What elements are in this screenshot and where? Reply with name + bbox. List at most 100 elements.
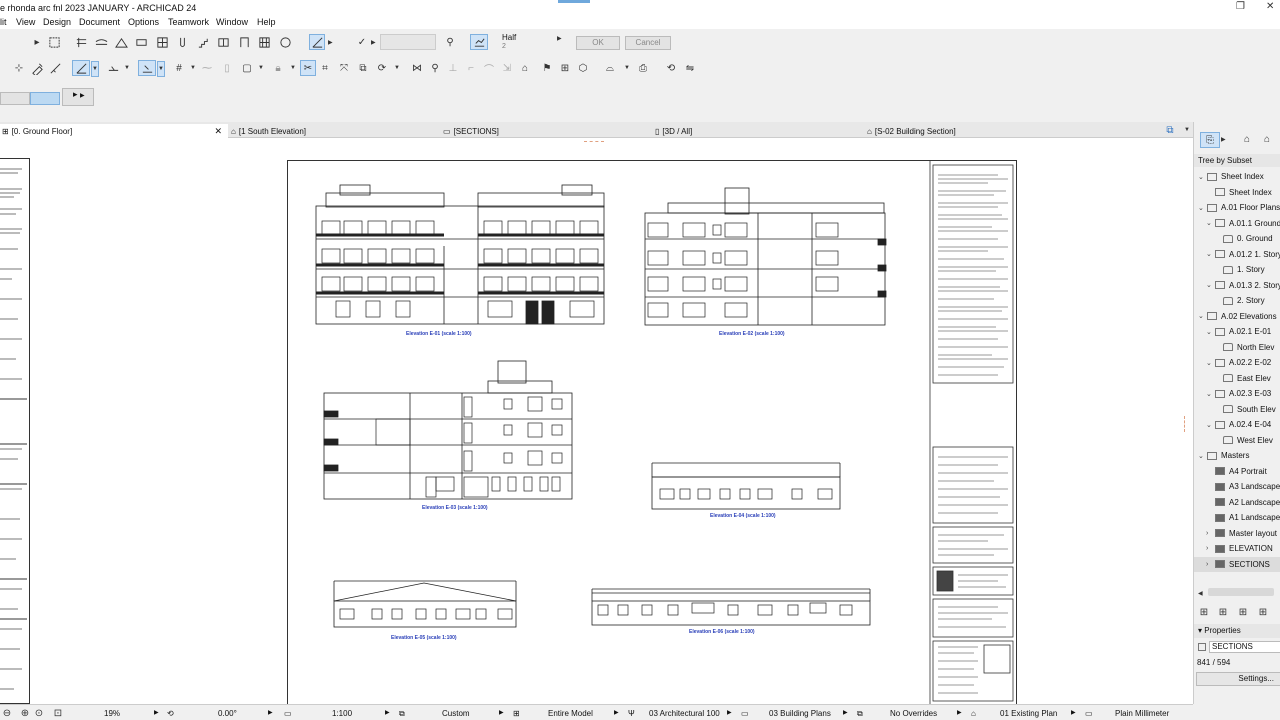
column-icon[interactable] [175, 35, 189, 49]
navigator-item[interactable]: A3 Landscape [1194, 479, 1280, 494]
menu-document[interactable]: Document [79, 17, 120, 27]
expand-chevron-icon[interactable]: ⌄ [1206, 219, 1215, 227]
navigator-item[interactable]: South Elev [1194, 402, 1280, 417]
curtain-wall-icon[interactable] [257, 35, 271, 49]
expand-chevron-icon[interactable]: › [1206, 561, 1215, 568]
snap-icon[interactable]: ⊹ [12, 61, 26, 75]
layout-sheet[interactable]: Elevation E-01 (scale 1:100) Elevation E… [287, 160, 1017, 705]
zoom-icon[interactable]: ⊙ [32, 706, 46, 720]
navigator-item[interactable]: 1. Story [1194, 262, 1280, 277]
magic-wand-icon[interactable]: ⚲ [443, 35, 457, 49]
navigator-item[interactable]: › ELEVATION [1194, 541, 1280, 556]
new-folder-icon[interactable]: ⊞ [1197, 605, 1211, 619]
mesh-icon[interactable] [155, 35, 169, 49]
navigator-item[interactable]: ⌄ A.02.1 E-01 [1194, 324, 1280, 339]
trim-icon[interactable]: ✂ [300, 60, 316, 76]
expand-chevron-icon[interactable]: ⌄ [1206, 359, 1215, 367]
teamwork-icon[interactable]: ⇋ [683, 61, 697, 75]
add-view-icon[interactable]: ⊞ [1236, 605, 1250, 619]
tab-ground-floor[interactable]: ⊞ [0. Ground Floor] ✕ [0, 124, 228, 138]
horizontal-scrollbar[interactable] [1208, 588, 1274, 596]
door-icon[interactable] [237, 35, 251, 49]
slab-icon[interactable] [134, 35, 148, 49]
zoom-out-icon[interactable]: ⊖ [0, 706, 14, 720]
navigator-item[interactable]: West Elev [1194, 433, 1280, 448]
navigator-item[interactable]: A4 Portrait [1194, 464, 1280, 479]
layer-selector[interactable] [0, 92, 30, 105]
dropdown-arrow-icon[interactable]: ▶ [371, 39, 376, 46]
dropdown-arrow-icon[interactable]: ▼ [190, 65, 196, 71]
navigator-item[interactable]: ⌄ Masters [1194, 448, 1280, 463]
dropdown-arrow-icon[interactable]: ▶ [957, 709, 962, 716]
snap-guides-icon[interactable] [106, 61, 120, 75]
rotate-view-icon[interactable]: ⟲ [167, 709, 174, 718]
wall-icon[interactable] [74, 35, 88, 49]
tab-south-elevation[interactable]: ⌂ [1 South Elevation] [231, 124, 306, 138]
dimension-icon[interactable] [309, 34, 325, 50]
pen-icon[interactable] [470, 34, 488, 50]
zoom-value[interactable]: 19% [104, 709, 120, 718]
model-view-options[interactable]: 03 Building Plans [769, 709, 831, 718]
dropdown-arrow-icon[interactable]: ▼ [258, 65, 264, 71]
settings-button[interactable]: Settings... [1196, 672, 1280, 686]
navigator-item[interactable]: A1 Landscape [1194, 510, 1280, 525]
adjust-icon[interactable]: ⊥ [446, 61, 460, 75]
navigator-item[interactable]: ⌄ A.02.2 E-02 [1194, 355, 1280, 370]
navigator-item[interactable]: ⌄ A.02 Elevations [1194, 309, 1280, 324]
orientation-value[interactable]: 0.00° [218, 709, 237, 718]
restore-icon[interactable]: ❐ [1236, 1, 1245, 12]
dropdown-arrow-icon[interactable]: ▶ [268, 709, 273, 716]
navigator-item[interactable]: › SECTIONS [1194, 556, 1280, 572]
navigator-item[interactable]: ⌄ Sheet Index [1194, 169, 1280, 184]
window-tool-icon[interactable] [216, 35, 230, 49]
roof-icon[interactable] [114, 35, 128, 49]
dropdown-arrow-icon[interactable]: ▶ [727, 709, 732, 716]
scroll-left-icon[interactable]: ◀ [1198, 590, 1203, 597]
place-view-icon[interactable]: ⊞ [1256, 605, 1270, 619]
dropdown-arrow-icon[interactable]: ▶ [1071, 709, 1076, 716]
tab-building-section[interactable]: ⌂ [S-02 Building Section] [867, 124, 956, 138]
navigator-item[interactable]: North Elev [1194, 340, 1280, 355]
eyedropper-icon[interactable] [30, 61, 44, 75]
dropdown-arrow-icon[interactable]: ▶ [154, 709, 159, 716]
split-icon[interactable]: ⚲ [428, 61, 442, 75]
new-layout-icon[interactable]: ⊞ [1216, 605, 1230, 619]
properties-header[interactable]: ▾ Properties [1194, 624, 1280, 638]
navigator-item[interactable]: › Master layout [1194, 526, 1280, 541]
project-map-icon[interactable]: ⎘ [1200, 132, 1220, 148]
dropdown-arrow-icon[interactable]: ▶ [328, 39, 333, 46]
navigator-item[interactable]: ⌄ A.02.3 E-03 [1194, 386, 1280, 401]
dropdown-arrow-icon[interactable]: ▶ [614, 709, 619, 716]
renovation-filter[interactable]: 01 Existing Plan [1000, 709, 1057, 718]
dropdown-arrow-icon[interactable]: ▼ [290, 65, 296, 71]
rotate-icon[interactable]: ⟳ [375, 61, 389, 75]
sync-icon[interactable]: ⟲ [664, 61, 678, 75]
layer-icon[interactable]: ▯ [220, 61, 234, 75]
navigator-item[interactable]: Sheet Index [1194, 185, 1280, 200]
dropdown-arrow-icon[interactable]: ▶ [1221, 136, 1226, 143]
trace-icon[interactable]: ⁓ [200, 61, 214, 75]
dropdown-arrow-icon[interactable]: ▼ [394, 65, 400, 71]
fillet-icon[interactable]: ⌒ [482, 61, 496, 76]
tab-3d-all[interactable]: ▯ [3D / All] [655, 124, 692, 138]
suspend-groups-icon[interactable]: ▢ [240, 61, 254, 75]
view-map-icon[interactable]: ⌂ [1240, 132, 1254, 146]
marquee-icon[interactable] [47, 35, 61, 49]
scale-value[interactable]: 1:100 [332, 709, 352, 718]
close-window-icon[interactable]: ✕ [1266, 1, 1274, 12]
dropdown-arrow-icon[interactable]: ▶ [499, 709, 504, 716]
tab-sections[interactable]: ▭ [SECTIONS] [443, 124, 499, 138]
navigator-header[interactable]: Tree by Subset [1194, 154, 1280, 167]
pointer-icon[interactable]: ▸ [30, 35, 44, 49]
explode-icon[interactable]: ⤧ [337, 61, 351, 75]
lock-icon[interactable]: 🔒︎ [271, 61, 285, 75]
stair-icon[interactable] [196, 35, 210, 49]
dropdown-arrow-icon[interactable]: ▶ [385, 709, 390, 716]
menu-window[interactable]: Window [216, 17, 248, 27]
expand-chevron-icon[interactable]: ⌄ [1198, 312, 1207, 320]
ok-button[interactable]: OK [576, 36, 620, 50]
dropdown-arrow-icon[interactable]: ▼ [1184, 127, 1190, 133]
navigator-item[interactable]: East Elev [1194, 371, 1280, 386]
expand-chevron-icon[interactable]: › [1206, 545, 1215, 552]
layer-selector-active[interactable] [30, 92, 60, 105]
